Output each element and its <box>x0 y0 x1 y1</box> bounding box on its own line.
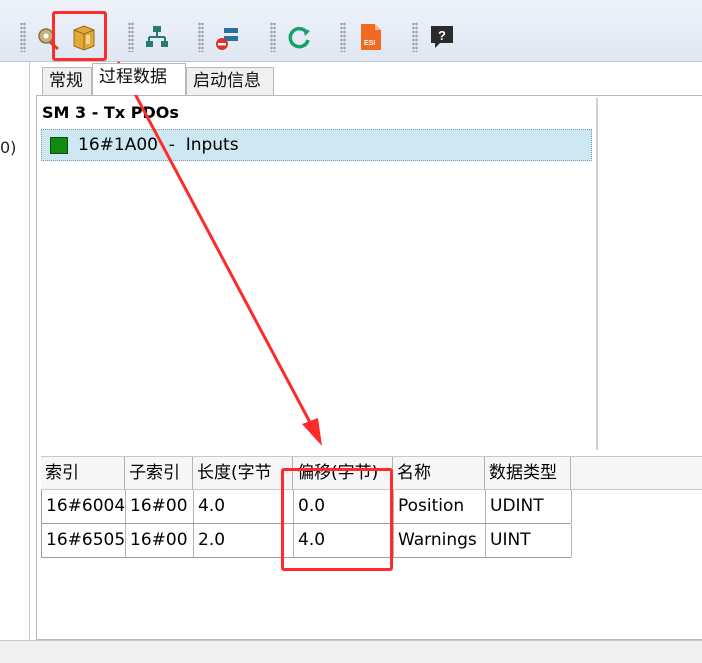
refresh-icon[interactable] <box>285 22 313 52</box>
toolbar-grip[interactable] <box>340 22 346 52</box>
tree-fragment-text: 0) <box>0 138 17 157</box>
cell-subindex: 16#00 <box>126 524 194 557</box>
column-header-datatype[interactable]: 数据类型 <box>485 457 571 489</box>
cell-datatype: UDINT <box>486 490 572 523</box>
annotation-box-toolbar <box>52 11 107 61</box>
pdo-checkbox-indicator[interactable] <box>50 137 68 154</box>
toolbar-grip[interactable] <box>20 22 26 52</box>
help-icon[interactable]: ? <box>428 22 456 52</box>
column-header-length[interactable]: 长度(字节 <box>193 457 293 489</box>
help-label: ? <box>438 28 446 43</box>
status-bar <box>0 640 702 663</box>
sm-title: SM 3 - Tx PDOs <box>42 103 179 122</box>
esi-file-icon[interactable]: ESI <box>357 22 385 52</box>
cell-subindex: 16#00 <box>126 490 194 523</box>
pdo-list-item[interactable]: 16#1A00 - Inputs <box>41 129 592 161</box>
toolbar-grip[interactable] <box>270 22 276 52</box>
left-tree-pane[interactable]: 0) <box>0 62 30 640</box>
column-header-name[interactable]: 名称 <box>393 457 485 489</box>
cell-index: 16#6004 <box>42 490 126 523</box>
cell-name: Position <box>394 490 486 523</box>
cell-name: Warnings <box>394 524 486 557</box>
column-header-index[interactable]: 索引 <box>41 457 125 489</box>
splitter[interactable] <box>596 98 598 450</box>
cell-index: 16#6505 <box>42 524 126 557</box>
toolbar-grip[interactable] <box>412 22 418 52</box>
remove-device-icon[interactable] <box>212 22 240 52</box>
annotation-box-offset <box>281 468 393 571</box>
toolbar-grip[interactable] <box>128 22 134 52</box>
tab-startup-info[interactable]: 启动信息 <box>186 67 274 95</box>
cell-datatype: UINT <box>486 524 572 557</box>
network-tree-icon[interactable] <box>143 22 171 52</box>
pdo-label: 16#1A00 - Inputs <box>78 135 239 155</box>
cell-length: 4.0 <box>194 490 294 523</box>
esi-label: ESI <box>364 40 375 47</box>
cell-length: 2.0 <box>194 524 294 557</box>
tab-process-data[interactable]: 过程数据 <box>92 63 186 95</box>
toolbar-grip[interactable] <box>198 22 204 52</box>
column-header-subindex[interactable]: 子索引 <box>125 457 193 489</box>
tab-general[interactable]: 常规 <box>42 67 92 95</box>
